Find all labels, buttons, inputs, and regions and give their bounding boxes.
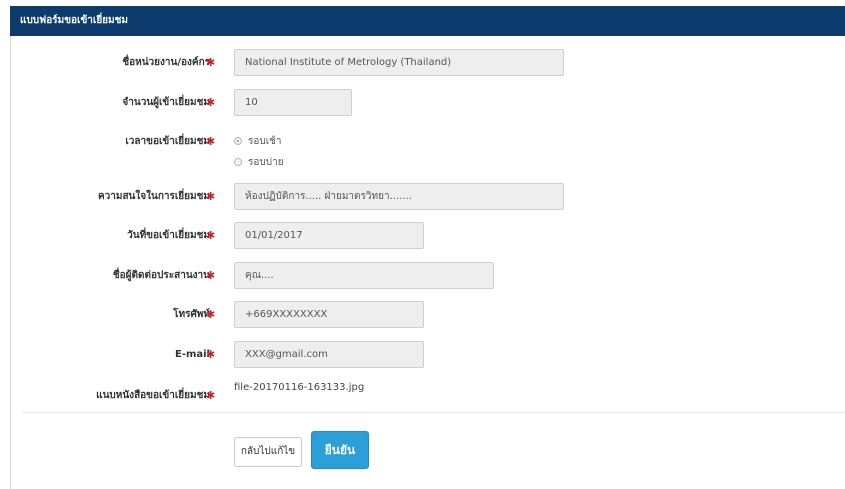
visit-date-field[interactable]: 01/01/2017: [234, 222, 424, 249]
required-marker: ✱: [206, 135, 216, 148]
attachment-filename: file-20170116-163133.jpg: [234, 382, 365, 393]
phone-row: โทรศัพท์ ✱ +669XXXXXXXX: [10, 301, 845, 329]
visitors-label: จำนวนผู้เข้าเยี่ยมชม: [122, 97, 210, 108]
radio-morning[interactable]: รอบเช้า: [234, 133, 282, 151]
visit-time-label: เวลาขอเข้าเยี่ยมชม: [125, 136, 210, 147]
email-label: E-mail: [174, 349, 210, 360]
radio-morning-icon[interactable]: [234, 137, 242, 145]
form-title: แบบฟอร์มขอเข้าเยี่ยมชม: [10, 6, 845, 36]
required-marker: ✱: [206, 348, 216, 361]
organization-field[interactable]: National Institute of Metrology (Thailan…: [234, 49, 564, 76]
email-row: E-mail ✱ XXX@gmail.com: [10, 341, 845, 369]
required-marker: ✱: [206, 389, 216, 402]
interest-label: ความสนใจในการเยี่ยมชม: [97, 191, 210, 202]
required-marker: ✱: [206, 190, 216, 203]
interest-field[interactable]: ห้องปฏิบัติการ..... ฝ่ายมาตรวิทยา.......: [234, 183, 564, 210]
required-marker: ✱: [206, 269, 216, 282]
contact-name-row: ชื่อผู้ติดต่อประสานงาน ✱ คุณ....: [10, 262, 845, 290]
visitors-row: จำนวนผู้เข้าเยี่ยมชม ✱ 10: [10, 89, 845, 117]
required-marker: ✱: [206, 229, 216, 242]
required-marker: ✱: [206, 96, 216, 109]
radio-afternoon[interactable]: รอบบ่าย: [234, 154, 284, 172]
visit-date-row: วันที่ขอเข้าเยี่ยมชม ✱ 01/01/2017: [10, 222, 845, 250]
back-edit-button[interactable]: กลับไปแก้ไข: [234, 437, 302, 467]
phone-label: โทรศัพท์: [173, 309, 210, 320]
organization-label: ชื่อหน่วยงาน/องค์กร: [122, 57, 210, 68]
contact-name-label: ชื่อผู้ติดต่อประสานงาน: [112, 270, 210, 281]
visit-date-label: วันที่ขอเข้าเยี่ยมชม: [127, 230, 210, 241]
email-field[interactable]: XXX@gmail.com: [234, 341, 424, 368]
attachment-row: แนบหนังสือขอเข้าเยี่ยมชม ✱ file-20170116…: [10, 380, 845, 408]
required-marker: ✱: [206, 308, 216, 321]
contact-name-field[interactable]: คุณ....: [234, 262, 494, 289]
radio-morning-label: รอบเช้า: [248, 136, 282, 147]
form-divider: [22, 412, 845, 413]
radio-afternoon-icon[interactable]: [234, 158, 242, 166]
radio-afternoon-label: รอบบ่าย: [248, 157, 284, 168]
phone-field[interactable]: +669XXXXXXXX: [234, 301, 424, 328]
confirm-button[interactable]: ยืนยัน: [311, 431, 369, 469]
required-marker: ✱: [206, 56, 216, 69]
organization-row: ชื่อหน่วยงาน/องค์กร ✱ National Institute…: [10, 49, 845, 77]
visit-time-row: เวลาขอเข้าเยี่ยมชม ✱ รอบเช้า รอบบ่าย: [10, 128, 845, 168]
attachment-label: แนบหนังสือขอเข้าเยี่ยมชม: [96, 390, 210, 401]
visitors-field[interactable]: 10: [234, 89, 352, 116]
interest-row: ความสนใจในการเยี่ยมชม ✱ ห้องปฏิบัติการ..…: [10, 183, 845, 211]
